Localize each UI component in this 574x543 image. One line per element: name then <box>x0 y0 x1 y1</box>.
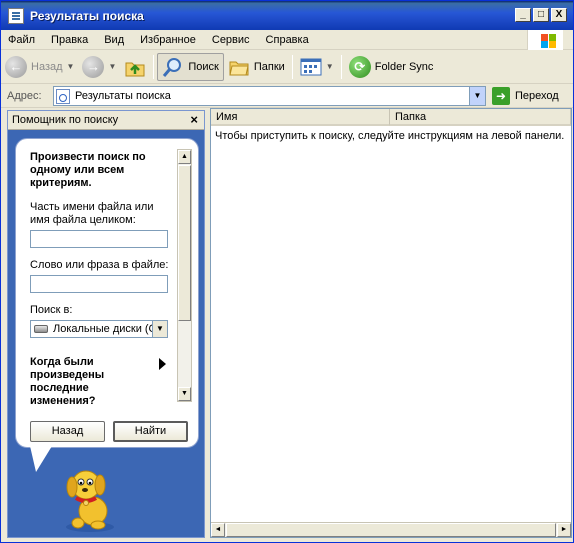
chevron-down-icon[interactable]: ▼ <box>326 62 334 71</box>
go-arrow-icon: ➜ <box>492 87 510 105</box>
menu-view[interactable]: Вид <box>96 34 132 46</box>
maximize-button[interactable]: □ <box>533 8 549 22</box>
go-button[interactable]: ➜ Переход <box>492 86 559 106</box>
modified-date-option[interactable]: Когда были произведены последние изменен… <box>30 356 166 408</box>
toolbar-separator <box>153 54 155 79</box>
balloon-scrollbar[interactable]: ▲ ▼ <box>177 149 192 402</box>
menu-bar: Файл Правка Вид Избранное Сервис Справка <box>1 30 573 50</box>
scroll-down-icon[interactable]: ▼ <box>178 387 191 401</box>
folders-button[interactable]: Папки <box>224 53 289 81</box>
address-field[interactable]: Результаты поиска ▼ <box>53 86 486 106</box>
phrase-input[interactable] <box>30 275 168 293</box>
back-button[interactable]: ← Назад ▼ <box>1 53 78 81</box>
back-arrow-icon: ← <box>5 55 27 78</box>
scroll-left-icon[interactable]: ◄ <box>211 523 225 537</box>
views-button[interactable]: ▼ <box>296 53 338 81</box>
results-pane: Имя Папка Чтобы приступить к поиску, сле… <box>210 108 572 538</box>
back-label: Назад <box>31 60 63 73</box>
filename-label: Часть имени файла или имя файла целиком: <box>30 201 154 226</box>
folders-label: Папки <box>253 60 285 73</box>
results-horizontal-scrollbar[interactable]: ◄ ► <box>211 522 571 537</box>
explorer-window: Результаты поиска _ □ X Файл Правка Вид … <box>0 0 574 543</box>
empty-results-message: Чтобы приступить к поиску, следуйте инст… <box>215 130 565 142</box>
sync-icon: ⟳ <box>348 55 371 78</box>
title-bar[interactable]: Результаты поиска _ □ X <box>1 1 573 30</box>
search-balloon: Произвести поиск по одному или всем крит… <box>15 138 199 448</box>
folder-sync-button[interactable]: ⟳ Folder Sync <box>345 53 438 81</box>
scroll-thumb[interactable] <box>178 165 191 321</box>
search-pane-title: Помощник по поиску <box>12 114 119 126</box>
expand-arrow-icon[interactable] <box>159 358 166 370</box>
menu-help[interactable]: Справка <box>258 34 317 46</box>
search-label: Поиск <box>188 60 219 73</box>
folders-icon <box>229 61 249 75</box>
toolbar: ← Назад ▼ → ▼ Поиск Папки ▼ ⟳ Folder Syn… <box>1 50 573 84</box>
window-controls: _ □ X <box>515 8 567 22</box>
search-button[interactable]: Поиск <box>157 52 224 81</box>
menu-tools[interactable]: Сервис <box>204 34 258 46</box>
up-folder-button[interactable] <box>120 53 150 81</box>
search-results-icon <box>56 88 70 104</box>
search-icon <box>163 57 182 77</box>
phrase-label: Слово или фраза в файле: <box>30 259 169 271</box>
chevron-down-icon[interactable]: ▼ <box>152 321 167 337</box>
look-in-label: Поиск в: <box>30 304 73 316</box>
forward-arrow-icon: → <box>82 55 105 78</box>
search-dog-icon <box>66 470 114 532</box>
folder-sync-label: Folder Sync <box>374 60 434 73</box>
column-header-folder[interactable]: Папка <box>390 109 571 126</box>
scroll-up-icon[interactable]: ▲ <box>178 150 191 164</box>
menu-file[interactable]: Файл <box>1 34 43 46</box>
search-form: Произвести поиск по одному или всем крит… <box>30 151 170 408</box>
balloon-tail <box>30 446 52 472</box>
look-in-value: Локальные диски (C:) <box>53 323 164 335</box>
address-bar: Адрес: Результаты поиска ▼ ➜ Переход <box>1 84 573 108</box>
chevron-down-icon[interactable]: ▼ <box>469 87 485 105</box>
go-label: Переход <box>515 90 559 102</box>
views-icon <box>300 58 322 75</box>
folder-up-icon <box>125 62 145 76</box>
find-button[interactable]: Найти <box>113 421 188 442</box>
results-column-header: Имя Папка <box>211 109 571 126</box>
toolbar-separator <box>291 54 293 79</box>
address-label: Адрес: <box>7 89 42 102</box>
chevron-down-icon[interactable]: ▼ <box>67 62 75 71</box>
forward-button[interactable]: → ▼ <box>78 53 120 81</box>
minimize-button[interactable]: _ <box>515 8 531 22</box>
chevron-down-icon[interactable]: ▼ <box>108 62 116 71</box>
window-document-icon <box>8 7 24 24</box>
windows-logo-icon <box>527 30 563 50</box>
toolbar-separator <box>340 54 342 79</box>
balloon-buttons: Назад Найти <box>30 421 190 442</box>
window-title: Результаты поиска <box>30 8 144 23</box>
hard-drive-icon <box>34 325 48 333</box>
filename-input[interactable] <box>30 230 168 248</box>
look-in-select[interactable]: Локальные диски (C:) ▼ <box>30 320 168 338</box>
scroll-right-icon[interactable]: ► <box>557 523 571 537</box>
column-header-name[interactable]: Имя <box>211 109 390 126</box>
horizontal-scroll-thumb[interactable] <box>226 523 556 537</box>
menu-edit[interactable]: Правка <box>43 34 96 46</box>
close-button[interactable]: X <box>551 8 567 22</box>
address-value: Результаты поиска <box>75 90 171 102</box>
menu-favorites[interactable]: Избранное <box>132 34 204 46</box>
search-pane-header: Помощник по поиску × <box>8 111 204 130</box>
close-pane-icon[interactable]: × <box>190 112 198 127</box>
modified-label: Когда были произведены последние изменен… <box>30 356 105 407</box>
search-companion-pane: Помощник по поиску × Произвести поиск по… <box>7 110 205 538</box>
search-heading: Произвести поиск по одному или всем крит… <box>30 151 146 189</box>
pane-back-button[interactable]: Назад <box>30 421 105 442</box>
